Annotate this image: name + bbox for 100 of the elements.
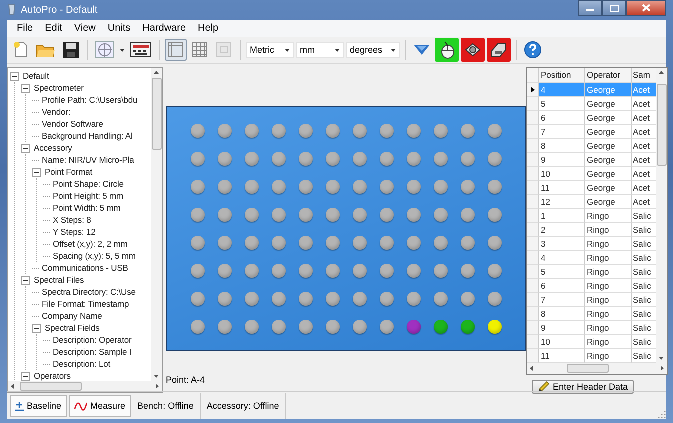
tree-item[interactable]: Background Handling: Al xyxy=(42,131,133,141)
well[interactable] xyxy=(218,236,232,250)
well[interactable] xyxy=(218,208,232,222)
tree-item[interactable]: File Format: Timestamp xyxy=(42,299,130,309)
tree-item[interactable]: Spectral Files xyxy=(34,275,84,285)
well[interactable] xyxy=(460,180,474,194)
help-icon[interactable] xyxy=(522,39,544,61)
menu-item[interactable]: Edit xyxy=(39,23,68,34)
well[interactable] xyxy=(488,180,502,194)
well[interactable] xyxy=(272,124,286,138)
well[interactable] xyxy=(298,152,312,166)
well[interactable] xyxy=(380,180,394,194)
well[interactable] xyxy=(460,320,474,334)
well[interactable] xyxy=(190,180,204,194)
well[interactable] xyxy=(488,152,502,166)
well[interactable] xyxy=(326,236,340,250)
scrollbar[interactable] xyxy=(527,363,667,374)
tree-item[interactable]: Profile Path: C:\Users\bdu xyxy=(42,95,138,105)
well[interactable] xyxy=(326,320,340,334)
table-row[interactable]: 9 Ringo Salic xyxy=(527,321,656,335)
scroll-up-icon[interactable] xyxy=(154,71,159,74)
well[interactable] xyxy=(352,320,366,334)
table-row[interactable]: 3 Ringo Salic xyxy=(527,237,656,251)
well[interactable] xyxy=(434,292,448,306)
well[interactable] xyxy=(460,124,474,138)
well[interactable] xyxy=(244,320,258,334)
minimize-button[interactable] xyxy=(578,0,602,16)
well[interactable] xyxy=(352,180,366,194)
table-row[interactable]: 10 Ringo Salic xyxy=(527,335,656,349)
scroll-thumb[interactable] xyxy=(567,364,609,373)
well[interactable] xyxy=(434,208,448,222)
tree-item[interactable]: Description: Lot xyxy=(53,359,110,369)
well[interactable] xyxy=(218,124,232,138)
menu-item[interactable]: File xyxy=(11,23,40,34)
well[interactable] xyxy=(298,180,312,194)
well[interactable] xyxy=(406,180,420,194)
well[interactable] xyxy=(406,320,420,334)
tree-item[interactable]: Name: NIR/UV Micro-Pla xyxy=(42,155,134,165)
scroll-thumb[interactable] xyxy=(20,382,82,391)
table-row[interactable]: 2 Ringo Salic xyxy=(527,223,656,237)
table-row[interactable]: 1 Ringo Salic xyxy=(527,209,656,223)
well[interactable] xyxy=(406,124,420,138)
well[interactable] xyxy=(352,264,366,278)
well[interactable] xyxy=(244,264,258,278)
well[interactable] xyxy=(380,208,394,222)
collapse-icon[interactable] xyxy=(32,168,41,176)
well[interactable] xyxy=(352,208,366,222)
well[interactable] xyxy=(460,264,474,278)
well[interactable] xyxy=(272,320,286,334)
menu-item[interactable]: Units xyxy=(102,23,137,34)
tree-item[interactable]: Spectra Directory: C:\Use xyxy=(42,287,136,297)
well[interactable] xyxy=(272,208,286,222)
collapse-icon[interactable] xyxy=(21,84,30,92)
tree-item[interactable]: Point Height: 5 mm xyxy=(53,191,124,201)
tree-item[interactable]: Vendor: xyxy=(42,107,71,117)
well[interactable] xyxy=(190,208,204,222)
unit-dropdown[interactable]: mm xyxy=(296,42,344,58)
well[interactable] xyxy=(406,236,420,250)
well[interactable] xyxy=(352,292,366,306)
well[interactable] xyxy=(244,152,258,166)
well[interactable] xyxy=(244,208,258,222)
maximize-button[interactable] xyxy=(602,0,626,16)
table-row[interactable]: 12 George Acet xyxy=(527,195,656,209)
tree-item[interactable]: Point Format xyxy=(45,167,92,177)
table-row[interactable]: 8 Ringo Salic xyxy=(527,307,656,321)
well[interactable] xyxy=(406,292,420,306)
table-row[interactable]: 7 George Acet xyxy=(527,125,656,139)
tree-item[interactable]: Company Name xyxy=(42,311,102,321)
well[interactable] xyxy=(406,264,420,278)
tree-item[interactable]: Accessory xyxy=(34,143,72,153)
scrollbar[interactable] xyxy=(656,68,667,363)
well[interactable] xyxy=(326,152,340,166)
save-icon[interactable] xyxy=(60,39,82,61)
tree-item[interactable]: Operators xyxy=(34,371,71,381)
well[interactable] xyxy=(380,236,394,250)
table-row[interactable]: 6 George Acet xyxy=(527,111,656,125)
enter-header-data-button[interactable]: Enter Header Data xyxy=(532,380,634,394)
well[interactable] xyxy=(244,180,258,194)
well[interactable] xyxy=(406,208,420,222)
well[interactable] xyxy=(488,292,502,306)
table-row[interactable]: 5 Ringo Salic xyxy=(527,265,656,279)
table-row[interactable]: 4 Ringo Salic xyxy=(527,251,656,265)
well[interactable] xyxy=(298,208,312,222)
table-row[interactable]: 6 Ringo Salic xyxy=(527,279,656,293)
well[interactable] xyxy=(326,292,340,306)
close-button[interactable] xyxy=(626,0,666,16)
well[interactable] xyxy=(272,236,286,250)
well[interactable] xyxy=(298,264,312,278)
scroll-thumb[interactable] xyxy=(656,84,666,166)
well[interactable] xyxy=(190,292,204,306)
hard-drive-icon[interactable] xyxy=(487,38,511,62)
tree-item[interactable]: Vendor Software xyxy=(42,119,104,129)
menu-item[interactable]: Hardware xyxy=(136,23,192,34)
collapse-icon[interactable] xyxy=(21,144,30,152)
well[interactable] xyxy=(326,124,340,138)
well[interactable] xyxy=(326,180,340,194)
scroll-down-icon[interactable] xyxy=(154,375,159,378)
baseline-button[interactable]: Baseline xyxy=(10,395,67,417)
tree-item[interactable]: Y Steps: 12 xyxy=(53,227,96,237)
tree-item[interactable]: Description: Sample I xyxy=(53,347,132,357)
